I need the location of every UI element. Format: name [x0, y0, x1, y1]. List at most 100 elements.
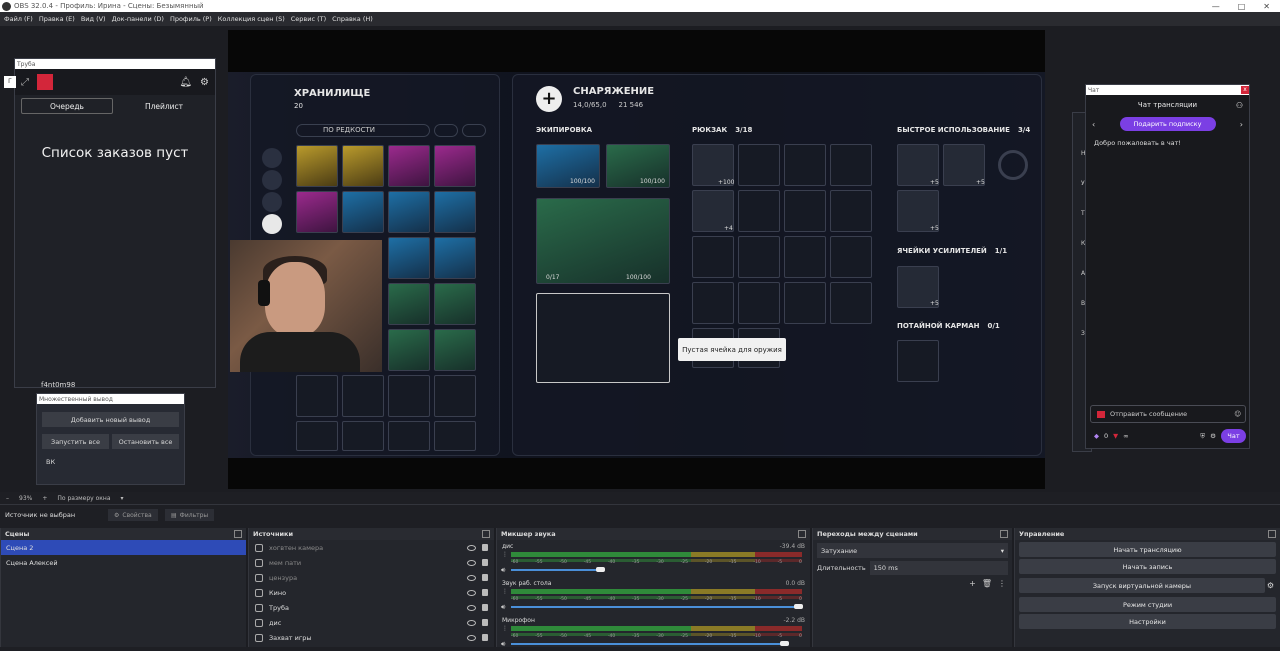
backpack-slot[interactable] — [738, 236, 780, 278]
backpack-slot[interactable] — [830, 144, 872, 186]
storage-slot[interactable] — [434, 191, 476, 233]
start-streaming-button[interactable]: Начать трансляцию — [1019, 542, 1276, 557]
storage-slot[interactable] — [342, 145, 384, 187]
studio-mode-button[interactable]: Режим студии — [1019, 597, 1276, 612]
storage-slot[interactable] — [434, 421, 476, 451]
virtual-camera-button[interactable]: Запуск виртуальной камеры — [1019, 578, 1265, 593]
speaker-icon[interactable]: 🔊︎ — [501, 640, 505, 649]
menu-file[interactable]: Файл (F) — [4, 15, 33, 23]
storage-slot[interactable] — [434, 237, 476, 279]
source-item[interactable]: хогвтен камера — [249, 540, 494, 555]
eye-icon[interactable] — [467, 604, 476, 611]
source-item[interactable]: дис — [249, 615, 494, 630]
float-icon[interactable] — [1000, 530, 1008, 538]
storage-slot[interactable] — [342, 421, 384, 451]
channel-menu-icon[interactable]: ⋮ — [502, 588, 508, 595]
backpack-slot[interactable] — [784, 236, 826, 278]
stop-all-button[interactable]: Остановить все — [112, 434, 179, 449]
storage-slot[interactable] — [434, 145, 476, 187]
filters-button[interactable]: ▤ Фильтры — [165, 509, 215, 521]
weapon-slot-1[interactable] — [536, 198, 670, 284]
menu-edit[interactable]: Правка (E) — [39, 15, 75, 23]
emote-icon[interactable]: ☺ — [1234, 410, 1241, 418]
eye-icon[interactable] — [467, 634, 476, 641]
float-icon[interactable] — [1268, 530, 1276, 538]
storage-slot[interactable] — [434, 283, 476, 325]
storage-slot[interactable] — [296, 191, 338, 233]
backpack-slot[interactable] — [738, 144, 780, 186]
close-button[interactable]: ✕ — [1263, 2, 1270, 11]
lock-icon[interactable] — [482, 634, 488, 641]
eye-icon[interactable] — [467, 589, 476, 596]
add-transition-button[interactable]: + — [969, 579, 976, 588]
expand-icon[interactable]: ⤢ — [21, 77, 29, 88]
backpack-slot[interactable] — [784, 282, 826, 324]
scene-item[interactable]: Сцена 2 — [1, 540, 246, 555]
minimize-button[interactable]: — — [1212, 2, 1220, 11]
backpack-slot[interactable] — [692, 282, 734, 324]
backpack-slot[interactable] — [830, 282, 872, 324]
hidden-eye-icon[interactable] — [467, 544, 476, 551]
properties-button[interactable]: ⚙︎ Свойства — [108, 509, 158, 521]
source-item[interactable]: Захват игры — [249, 630, 494, 645]
quick-slot-empty-icon[interactable] — [998, 150, 1028, 180]
volume-fader[interactable] — [511, 643, 788, 645]
transfer-button[interactable] — [462, 124, 486, 137]
speaker-icon[interactable]: 🔊︎ — [501, 566, 505, 575]
source-item[interactable]: цензура — [249, 570, 494, 585]
float-icon[interactable] — [234, 530, 242, 538]
storage-slot[interactable] — [388, 145, 430, 187]
swap-button[interactable] — [434, 124, 458, 137]
storage-slot[interactable] — [342, 375, 384, 417]
chevron-left-icon[interactable]: ‹ — [1092, 120, 1095, 129]
storage-slot[interactable] — [388, 237, 430, 279]
zoom-mode[interactable]: По размеру окна — [57, 495, 110, 502]
start-recording-button[interactable]: Начать запись — [1019, 559, 1276, 574]
maximize-button[interactable]: □ — [1238, 2, 1246, 11]
backpack-slot[interactable] — [784, 144, 826, 186]
users-icon[interactable]: ⚇ — [1236, 101, 1243, 110]
storage-slot[interactable] — [434, 329, 476, 371]
speaker-icon[interactable]: 🔊︎ — [501, 603, 505, 612]
weapon-slot-2[interactable] — [536, 293, 670, 383]
chat-settings-icon[interactable]: ⚙︎ — [1210, 432, 1216, 440]
tab-queue[interactable]: Очередь — [21, 98, 113, 114]
lock-icon[interactable] — [482, 619, 488, 626]
fader-knob[interactable] — [595, 567, 605, 572]
lock-icon[interactable] — [482, 589, 488, 596]
sort-dropdown[interactable]: ПО РЕДКОСТИ — [296, 124, 430, 137]
transition-select[interactable]: Затухание ▾ — [817, 543, 1008, 558]
shield-icon[interactable]: ⛨ — [1200, 432, 1205, 441]
source-item[interactable]: Труба — [249, 600, 494, 615]
weapon-filter-icon[interactable] — [262, 214, 282, 234]
more-options-icon[interactable]: ⋮ — [998, 579, 1006, 588]
zoom-in-icon[interactable]: + — [42, 495, 47, 502]
source-item[interactable]: мем пати — [249, 555, 494, 570]
storage-slot[interactable] — [296, 375, 338, 417]
armor-filter-icon[interactable] — [262, 192, 282, 212]
lock-icon[interactable] — [482, 559, 488, 566]
delete-transition-icon[interactable]: 🗑︎ — [982, 579, 992, 588]
settings-button[interactable]: Настройки — [1019, 614, 1276, 629]
gear-icon[interactable]: ⚙︎ — [200, 77, 209, 88]
chevron-right-icon[interactable]: › — [1240, 120, 1243, 129]
chat-close-icon[interactable]: x — [1241, 86, 1249, 94]
storage-slot[interactable] — [296, 145, 338, 187]
ammo-filter-icon[interactable] — [262, 170, 282, 190]
menu-help[interactable]: Справка (H) — [332, 15, 373, 23]
storage-slot[interactable] — [296, 421, 338, 451]
fader-knob[interactable] — [794, 604, 803, 609]
storage-slot[interactable] — [388, 283, 430, 325]
storage-slot[interactable] — [388, 329, 430, 371]
menu-view[interactable]: Вид (V) — [81, 15, 106, 23]
storage-slot[interactable] — [388, 421, 430, 451]
bell-icon[interactable]: 🔔︎ — [179, 77, 192, 88]
chat-send-button[interactable]: Чат — [1221, 429, 1246, 443]
pocket-slot[interactable] — [897, 340, 939, 382]
hidden-eye-icon[interactable] — [467, 559, 476, 566]
source-item[interactable]: Кино — [249, 585, 494, 600]
lock-icon[interactable] — [482, 544, 488, 551]
backpack-slot[interactable] — [738, 282, 780, 324]
channel-menu-icon[interactable]: ⋮ — [502, 551, 508, 558]
start-all-button[interactable]: Запустить все — [42, 434, 109, 449]
